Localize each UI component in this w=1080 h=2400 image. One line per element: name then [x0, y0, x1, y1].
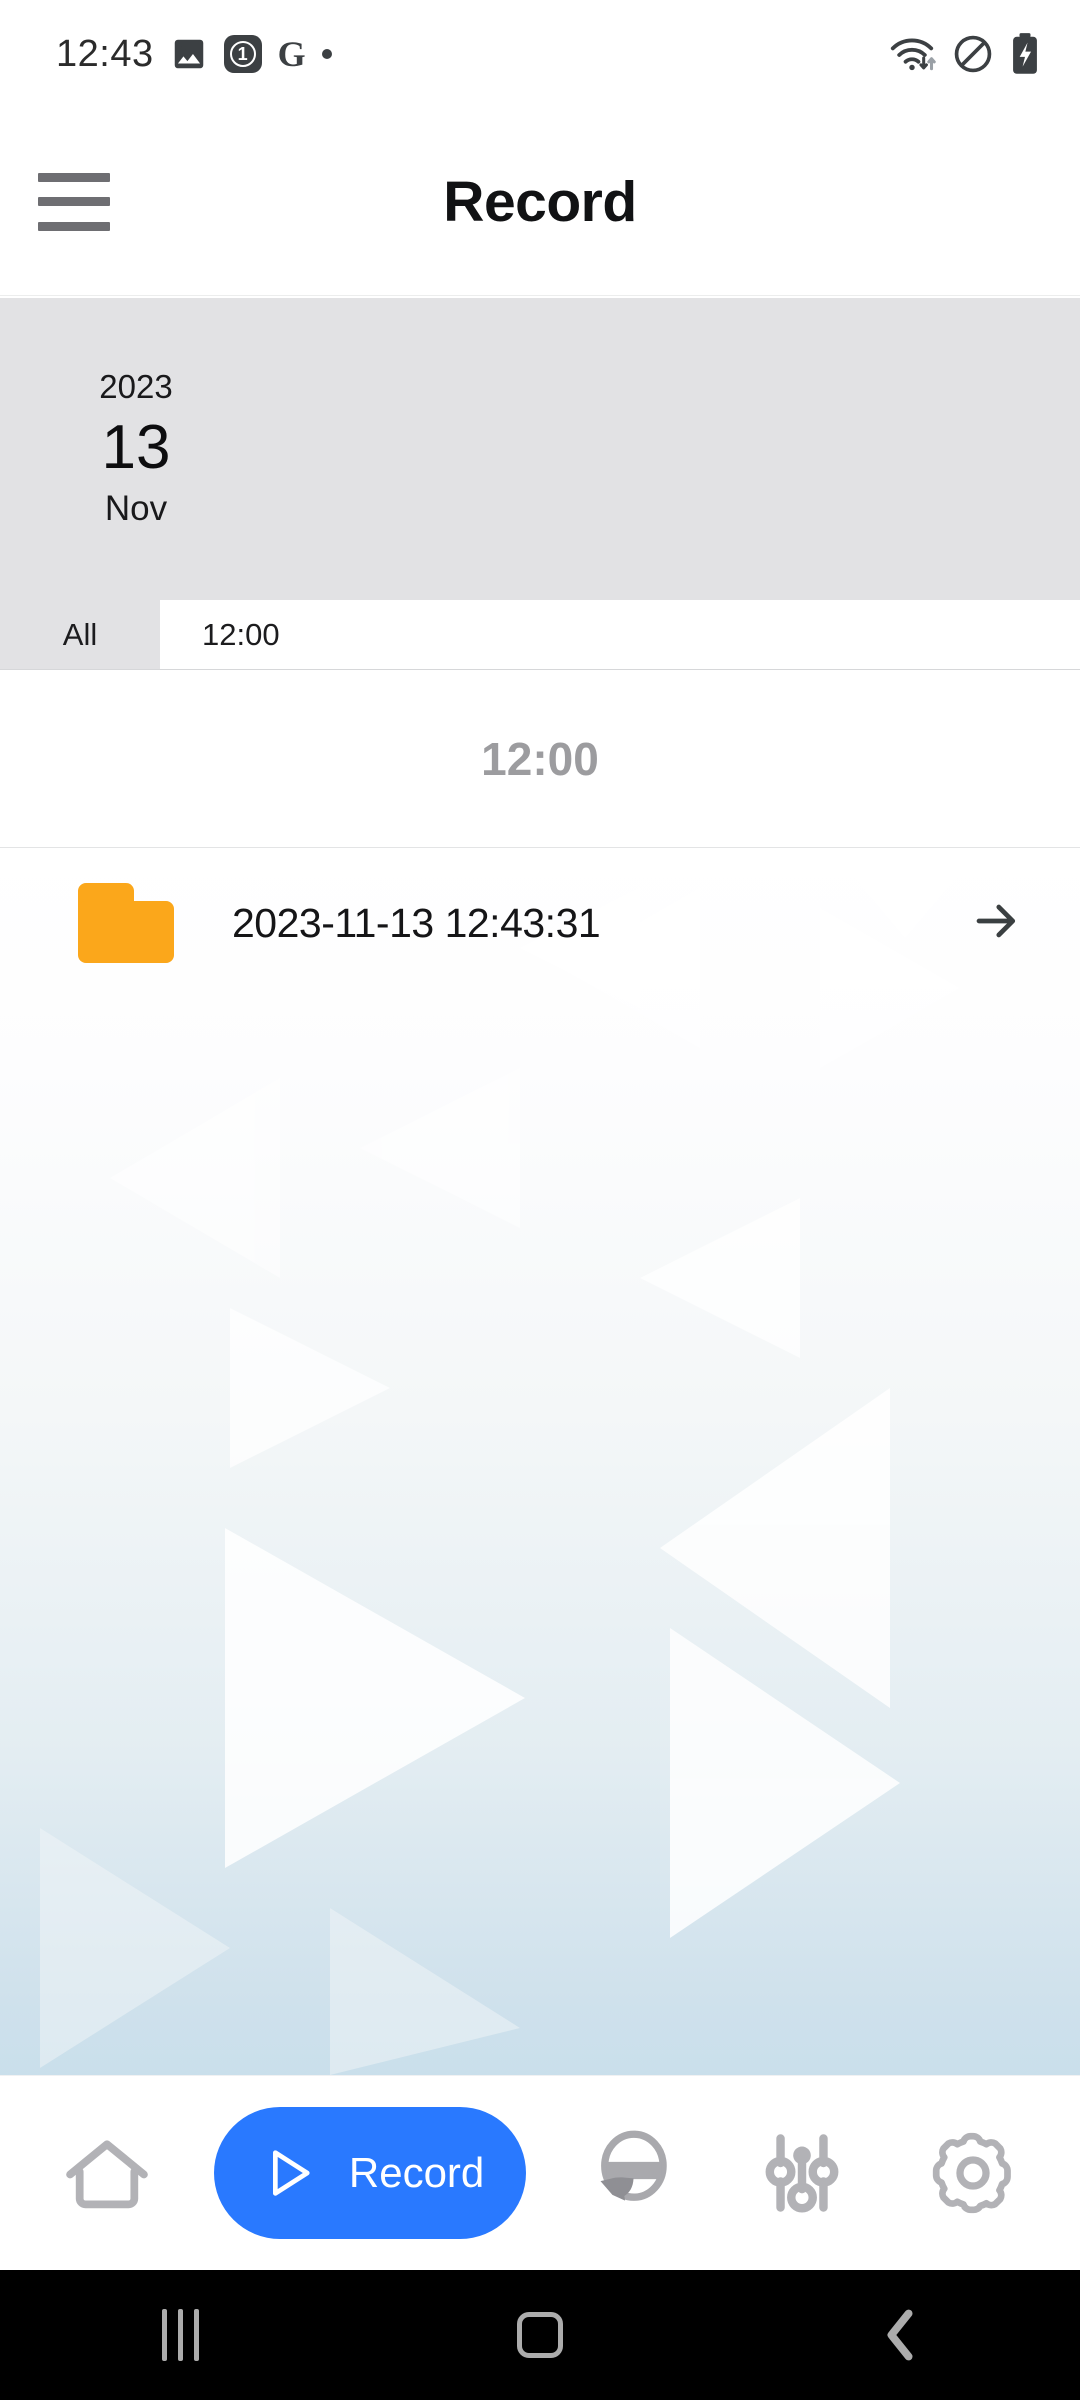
file-name-label: 2023-11-13 12:43:31	[232, 899, 601, 946]
recents-icon[interactable]	[120, 2290, 240, 2380]
bottom-navigation-bar: Record	[0, 2075, 1080, 2270]
status-bar-right	[888, 32, 1040, 76]
file-list-area: 2023-11-13 12:43:31	[0, 848, 1080, 2075]
hamburger-menu-icon[interactable]	[38, 172, 110, 231]
google-icon: G	[277, 34, 306, 74]
home-square-icon[interactable]	[480, 2290, 600, 2380]
table-row[interactable]: 2023-11-13 12:43:31	[0, 848, 1080, 998]
app-header: Record	[0, 108, 1080, 296]
battery-charging-icon	[1013, 33, 1037, 74]
date-card[interactable]: 2023 13 Nov	[0, 298, 1080, 600]
date-card-inner: 2023 13 Nov	[76, 366, 196, 532]
status-bar-left: 12:43 1 G	[56, 33, 332, 76]
wifi-transfer-icon	[890, 38, 936, 71]
sliders-icon	[765, 2134, 839, 2213]
page-title: Record	[443, 169, 637, 234]
status-bar: 12:43 1 G	[0, 0, 1080, 108]
nav-item-driving[interactable]	[568, 2109, 696, 2237]
do-not-disturb-icon	[954, 35, 992, 73]
nav-item-home[interactable]	[43, 2109, 171, 2237]
arrow-right-icon[interactable]	[970, 894, 1024, 953]
app-screen: 12:43 1 G Record 2023 13 Nov All 12:00 1…	[0, 0, 1080, 2400]
status-clock: 12:43	[56, 32, 154, 75]
date-day: 13	[101, 412, 171, 482]
home-icon	[66, 2140, 148, 2209]
record-button[interactable]: Record	[213, 2107, 526, 2239]
record-button-label: Record	[348, 2149, 485, 2196]
nav-item-tuner[interactable]	[738, 2109, 866, 2237]
filter-bar: All 12:00	[0, 600, 1080, 670]
notification-count-badge: 1	[223, 35, 262, 73]
image-icon	[174, 39, 203, 69]
folder-icon	[78, 883, 174, 963]
notification-count-label: 1	[229, 41, 256, 67]
filter-tab-all[interactable]: All	[0, 600, 160, 669]
play-icon	[272, 2150, 310, 2196]
date-year: 2023	[99, 368, 173, 406]
gear-icon	[932, 2132, 1011, 2214]
nav-item-settings[interactable]	[909, 2109, 1037, 2237]
section-header: 12:00	[0, 670, 1080, 848]
steering-wheel-icon	[600, 2130, 667, 2201]
back-chevron-icon[interactable]	[840, 2290, 960, 2380]
date-month: Nov	[104, 489, 168, 529]
filter-tab-time[interactable]: 12:00	[160, 600, 1080, 669]
background-pattern	[40, 848, 980, 2075]
dot-icon	[321, 49, 332, 59]
android-navigation-bar	[0, 2270, 1080, 2400]
